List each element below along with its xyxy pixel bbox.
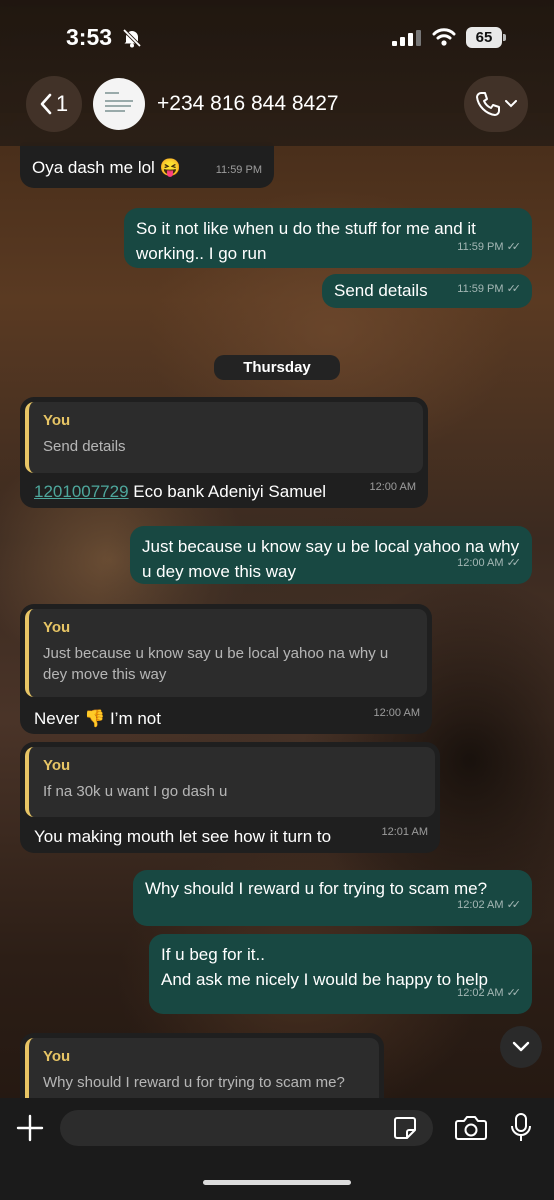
- quoted-message[interactable]: You Send details: [25, 402, 423, 473]
- quote-author: You: [43, 1048, 71, 1065]
- quote-text: If na 30k u want I go dash u: [43, 783, 228, 800]
- message-text: So it not like when u do the stuff for m…: [136, 219, 476, 263]
- chevron-down-icon: [505, 100, 517, 108]
- message-time: 12:01 AM: [381, 826, 428, 838]
- day-separator: Thursday: [214, 355, 340, 380]
- bell-off-icon: [122, 28, 142, 48]
- quote-text: Just because u know say u be local yahoo…: [43, 645, 389, 683]
- scroll-to-bottom-button[interactable]: [500, 1026, 542, 1068]
- message-text: Never 👎 I’m not: [34, 709, 161, 728]
- account-number-link[interactable]: 1201007729: [34, 482, 129, 501]
- chevron-down-icon: [512, 1041, 530, 1052]
- chat-header: 3:53 65 1 +234 816 844 8427: [0, 0, 554, 146]
- phone-icon: [476, 92, 500, 116]
- read-receipt-icon: ✓✓: [506, 557, 522, 569]
- read-receipt-icon: ✓✓: [506, 899, 522, 911]
- back-chevron-icon: [40, 93, 52, 115]
- message-time: 12:02 AM: [457, 899, 504, 911]
- quoted-message[interactable]: You If na 30k u want I go dash u: [25, 747, 435, 817]
- status-time: 3:53: [66, 24, 113, 50]
- message-outgoing[interactable]: If u beg for it.. And ask me nicely I wo…: [149, 934, 532, 1014]
- quote-author: You: [43, 619, 71, 636]
- back-button[interactable]: 1: [26, 76, 82, 132]
- call-button[interactable]: [464, 76, 528, 132]
- unread-count: 1: [55, 91, 69, 116]
- sticker-icon[interactable]: [393, 1116, 417, 1140]
- message-time: 12:00 AM: [369, 481, 416, 493]
- read-receipt-icon: ✓✓: [506, 241, 522, 253]
- plus-icon[interactable]: [16, 1114, 44, 1142]
- camera-icon[interactable]: [455, 1115, 487, 1141]
- microphone-icon[interactable]: [510, 1112, 532, 1144]
- message-time: 11:59 PM: [215, 164, 262, 176]
- message-text: Send details: [334, 281, 428, 300]
- message-text: Oya dash me lol 😝: [32, 158, 181, 177]
- home-indicator: [203, 1180, 351, 1185]
- message-input[interactable]: [60, 1110, 433, 1146]
- message-composer: [0, 1098, 554, 1200]
- read-receipt-icon: ✓✓: [506, 283, 522, 295]
- message-outgoing[interactable]: So it not like when u do the stuff for m…: [124, 208, 532, 268]
- quote-text: Why should I reward u for trying to scam…: [43, 1074, 345, 1091]
- quoted-message[interactable]: You Just because u know say u be local y…: [25, 609, 427, 697]
- read-receipt-icon: ✓✓: [506, 987, 522, 999]
- quote-author: You: [43, 757, 71, 774]
- signal-icon: [392, 30, 421, 46]
- message-incoming-reply[interactable]: You If na 30k u want I go dash u You mak…: [20, 742, 440, 853]
- wifi-icon: [432, 28, 456, 46]
- message-time: 11:59 PM: [457, 241, 504, 253]
- message-time: 12:02 AM: [457, 987, 504, 999]
- message-text: You making mouth let see how it turn to: [34, 827, 332, 846]
- message-time: 12:00 AM: [457, 557, 504, 569]
- message-incoming-reply[interactable]: You Send details 1201007729 Eco bank Ade…: [20, 397, 428, 508]
- quote-text: Send details: [43, 438, 126, 455]
- message-text: Why should I reward u for trying to scam…: [145, 879, 488, 898]
- message-incoming-reply[interactable]: You Just because u know say u be local y…: [20, 604, 432, 734]
- message-body: 1201007729 Eco bank Adeniyi Samuel: [34, 479, 326, 504]
- message-time: 11:59 PM: [457, 283, 504, 295]
- message-outgoing[interactable]: Just because u know say u be local yahoo…: [130, 526, 532, 584]
- message-text: Eco bank Adeniyi Samuel: [128, 482, 327, 501]
- message-outgoing[interactable]: Why should I reward u for trying to scam…: [133, 870, 532, 926]
- message-incoming[interactable]: Oya dash me lol 😝 11:59 PM: [20, 142, 274, 188]
- battery-indicator: 65: [466, 27, 506, 48]
- contact-name[interactable]: +234 816 844 8427: [157, 92, 339, 116]
- message-text-line: If u beg for it..: [161, 945, 265, 964]
- message-time: 12:00 AM: [373, 707, 420, 719]
- avatar[interactable]: [93, 78, 145, 130]
- quote-author: You: [43, 412, 71, 429]
- message-outgoing[interactable]: Send details 11:59 PM ✓✓: [322, 274, 532, 308]
